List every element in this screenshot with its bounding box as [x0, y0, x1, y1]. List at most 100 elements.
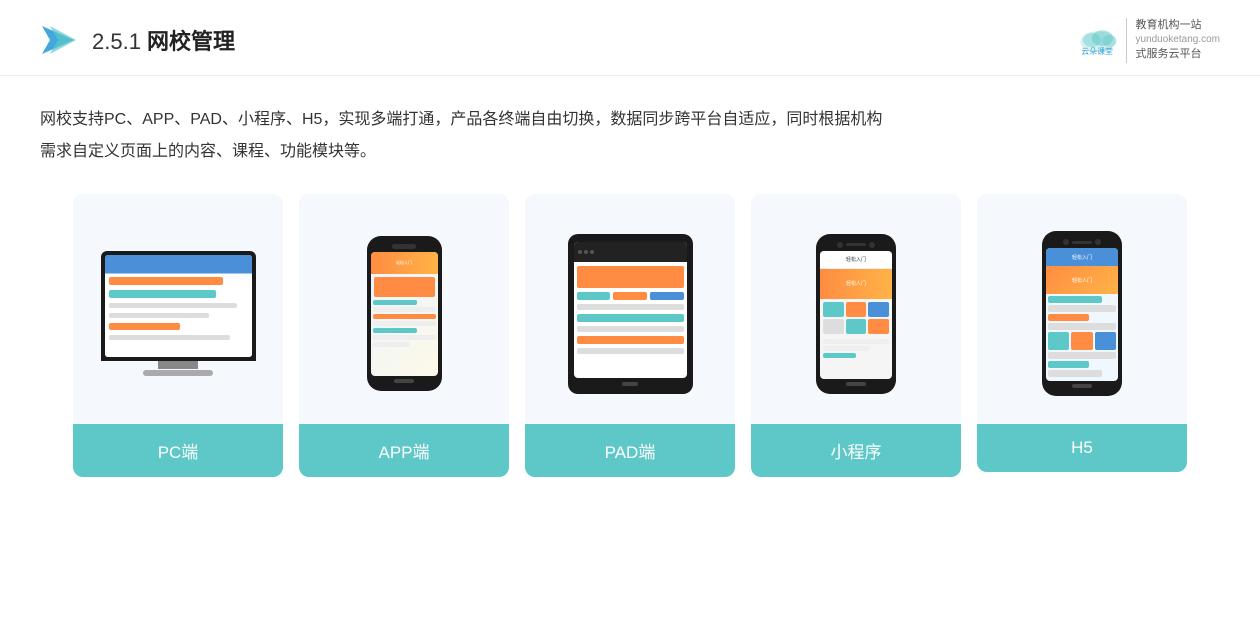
app-screen-body: [371, 274, 438, 349]
pc-image-area: [73, 194, 283, 424]
pad-g2: [613, 292, 647, 300]
app-home-button: [394, 379, 414, 383]
miniapp-grid: [820, 299, 892, 337]
pc-screen-inner: [105, 255, 252, 357]
pc-mockup: [101, 251, 256, 376]
pc-base: [143, 370, 213, 376]
brand-tagline2: 式服务云平台: [1135, 47, 1220, 62]
app-notch: [392, 244, 416, 249]
app-row-4: [373, 321, 436, 326]
app-row-3: [373, 314, 436, 319]
card-h5: 轻松入门 轻松人门: [977, 194, 1187, 472]
card-app-label: APP端: [299, 424, 509, 477]
miniapp-screen: 轻松入门 轻松人门: [820, 251, 892, 379]
pc-bar-5: [109, 323, 181, 330]
pc-bar-4: [109, 313, 209, 318]
brand-site: yunduoketang.com: [1135, 33, 1220, 47]
mg6: [868, 319, 889, 334]
pad-dot-2: [584, 250, 588, 254]
h5-mockup: 轻松入门 轻松人门: [1042, 231, 1122, 396]
h5-header: 轻松入门: [1046, 248, 1118, 266]
h5-speaker: [1072, 241, 1092, 244]
pad-b2: [577, 314, 684, 322]
description-line1: 网校支持PC、APP、PAD、小程序、H5，实现多端打通，产品各终端自由切换，数…: [40, 104, 1220, 136]
app-screen-header: 轻松入门: [371, 252, 438, 274]
pad-b3: [577, 326, 684, 332]
pc-bar-1: [109, 277, 223, 285]
app-row-2: [373, 307, 436, 312]
h5-r5: [1048, 352, 1116, 359]
app-banner: [374, 277, 435, 297]
pc-bar-2: [109, 290, 216, 298]
miniapp-mockup: 轻松入门 轻松人门: [816, 234, 896, 394]
description-block: 网校支持PC、APP、PAD、小程序、H5，实现多端打通，产品各终端自由切换，数…: [0, 76, 1260, 184]
h5-notch: [1063, 239, 1101, 245]
app-row-1: [373, 300, 417, 305]
pad-body: [574, 262, 687, 358]
header-left: 2.5.1 网校管理: [40, 22, 235, 58]
card-pad: PAD端: [525, 194, 735, 477]
card-miniapp-label: 小程序: [751, 424, 961, 477]
h5-image-area: 轻松入门 轻松人门: [977, 194, 1187, 424]
pad-b4: [577, 336, 684, 344]
app-image-area: 轻松入门: [299, 194, 509, 424]
pad-grid: [577, 291, 684, 301]
app-row-5: [373, 328, 417, 333]
h5-r3: [1048, 314, 1089, 321]
page-title: 2.5.1 网校管理: [92, 24, 235, 56]
brand-cloud-icon: 云朵课堂: [1076, 22, 1120, 58]
pad-image-area: [525, 194, 735, 424]
brand-tagline1: 教育机构一站: [1135, 18, 1220, 33]
brand-text: 教育机构一站 yunduoketang.com 式服务云平台: [1126, 18, 1220, 63]
pc-stand: [158, 361, 198, 369]
card-pc-label: PC端: [73, 424, 283, 477]
card-pad-label: PAD端: [525, 424, 735, 477]
miniapp-notch: [837, 242, 875, 248]
mt2: [823, 346, 869, 351]
pad-g3: [650, 292, 684, 300]
h5-r4: [1048, 323, 1116, 330]
app-mockup: 轻松入门: [367, 236, 442, 391]
pc-bar-3: [109, 303, 238, 308]
mg2: [846, 302, 867, 317]
logo-arrow-icon: [40, 22, 76, 58]
mt1: [823, 339, 889, 344]
pad-g1: [577, 292, 611, 300]
h5-g2: [1071, 332, 1092, 350]
pc-screen-bar: [105, 274, 252, 343]
app-row-6: [373, 335, 436, 340]
device-cards: PC端 轻松入门: [0, 184, 1260, 477]
h5-g1: [1048, 332, 1069, 350]
miniapp-camera-2: [869, 242, 875, 248]
h5-screen: 轻松入门 轻松人门: [1046, 248, 1118, 381]
pad-b5: [577, 348, 684, 354]
card-app: 轻松入门: [299, 194, 509, 477]
h5-camera: [1063, 239, 1069, 245]
pad-header: [574, 242, 687, 262]
h5-g3: [1095, 332, 1116, 350]
card-miniapp: 轻松入门 轻松人门: [751, 194, 961, 477]
miniapp-home-button: [846, 382, 866, 386]
pad-b1: [577, 304, 684, 310]
pad-home-button: [622, 382, 638, 386]
pad-dot-1: [578, 250, 582, 254]
card-pc: PC端: [73, 194, 283, 477]
h5-r6: [1048, 361, 1089, 368]
h5-home-button: [1072, 384, 1092, 388]
mg5: [846, 319, 867, 334]
app-row-7: [373, 342, 411, 347]
mt3: [823, 353, 856, 358]
title-prefix: 2.5.1: [92, 29, 147, 54]
app-screen: 轻松入门: [371, 252, 438, 376]
miniapp-speaker: [846, 243, 866, 246]
pad-banner: [577, 266, 684, 288]
miniapp-header: 轻松入门: [820, 251, 892, 269]
pc-bar-6: [109, 335, 231, 340]
mg1: [823, 302, 844, 317]
mg4: [823, 319, 844, 334]
miniapp-camera: [837, 242, 843, 248]
pad-screen: [574, 242, 687, 378]
mg3: [868, 302, 889, 317]
h5-r1: [1048, 296, 1102, 303]
h5-banner: 轻松人门: [1046, 266, 1118, 294]
